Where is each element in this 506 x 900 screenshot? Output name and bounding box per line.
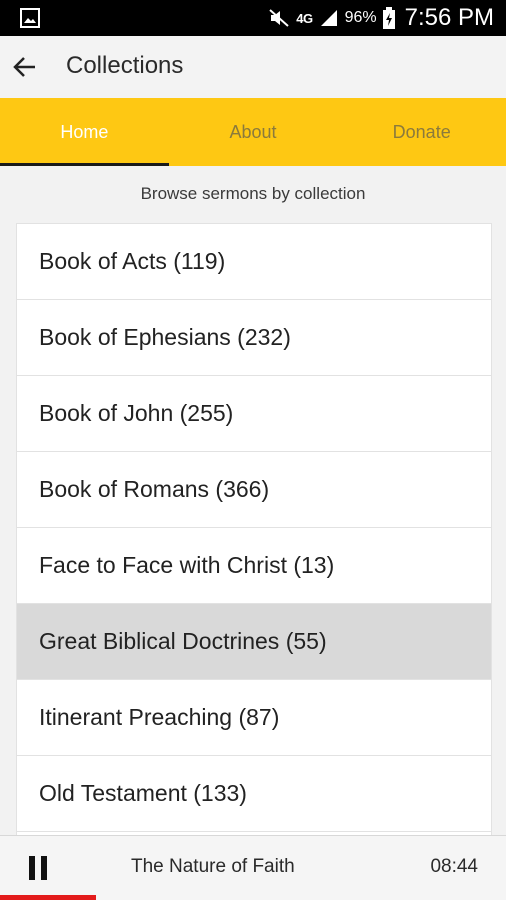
status-icons: 4G 96% 7:56 PM — [268, 0, 494, 36]
arrow-left-icon — [13, 57, 35, 77]
collection-item[interactable]: Book of John (255) — [17, 376, 491, 452]
clock: 7:56 PM — [404, 4, 494, 31]
collection-item[interactable]: Itinerant Preaching (87) — [17, 680, 491, 756]
mini-player: The Nature of Faith 08:44 — [0, 835, 506, 900]
collection-item[interactable]: Old Testament (133) — [17, 756, 491, 832]
gallery-icon — [20, 8, 40, 28]
tab-home[interactable]: Home — [0, 98, 169, 166]
progress-fill — [0, 895, 97, 900]
page-title: Collections — [66, 52, 184, 79]
tab-about[interactable]: About — [169, 98, 338, 166]
pause-button[interactable] — [22, 852, 54, 884]
battery-percent: 96% — [344, 9, 377, 26]
battery-icon — [382, 7, 395, 29]
collection-item[interactable]: Face to Face with Christ (13) — [17, 528, 491, 604]
tab-bar: Home About Donate — [0, 98, 506, 166]
collection-item[interactable]: Book of Ephesians (232) — [17, 300, 491, 376]
tab-donate[interactable]: Donate — [337, 98, 506, 166]
signal-icon — [320, 10, 337, 26]
tab-donate-label: Donate — [392, 121, 451, 142]
collection-list[interactable]: Book of Acts (119) Book of Ephesians (23… — [16, 223, 492, 836]
mute-icon — [269, 9, 289, 27]
status-bar: 4G 96% 7:56 PM — [0, 0, 506, 36]
progress-bar[interactable] — [0, 895, 506, 900]
network-type: 4G — [296, 10, 313, 26]
collection-item[interactable]: Book of Acts (119) — [17, 224, 491, 300]
now-playing-title[interactable]: The Nature of Faith — [131, 856, 295, 878]
back-button[interactable] — [4, 45, 44, 89]
pause-icon — [29, 856, 47, 880]
tab-about-label: About — [229, 121, 277, 142]
collection-item[interactable]: Book of Romans (366) — [17, 452, 491, 528]
app-bar: Collections — [0, 36, 506, 98]
tab-home-label: Home — [60, 121, 109, 142]
playback-time: 08:44 — [430, 856, 478, 877]
collection-item-selected[interactable]: Great Biblical Doctrines (55) — [17, 604, 491, 680]
page-subtitle: Browse sermons by collection — [140, 184, 366, 203]
